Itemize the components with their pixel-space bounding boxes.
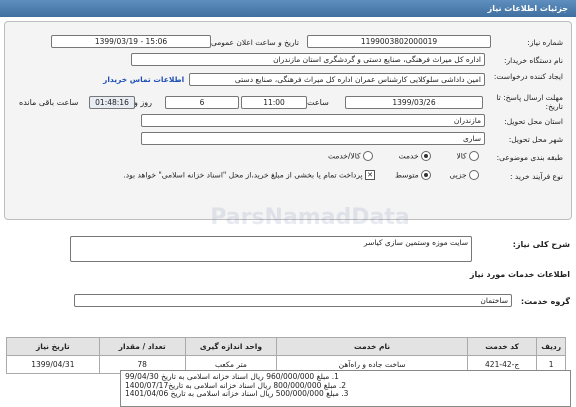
- col-service-name: نام خدمت: [276, 337, 468, 356]
- need-number-label: شماره نیاز:: [527, 38, 563, 47]
- deadline-time-label: ساعت: [307, 98, 329, 107]
- category-option-goods[interactable]: کالا: [456, 151, 479, 161]
- category-goods-text: کالا: [456, 151, 467, 161]
- process-type-label: نوع فرآیند خرید :: [509, 172, 563, 181]
- province-field[interactable]: مازندران: [141, 114, 485, 127]
- deadline-date-field[interactable]: 1399/03/26: [345, 96, 483, 109]
- days-label: روز و: [134, 98, 152, 107]
- col-quantity: تعداد / مقدار: [98, 337, 186, 356]
- category-label: طبقه بندی موضوعی:: [496, 153, 563, 162]
- buyer-contact-link[interactable]: اطلاعات تماس خریدار: [103, 75, 184, 84]
- process-minor-radio[interactable]: [469, 170, 479, 180]
- treasury-payment-option[interactable]: ✕ پرداخت تمام یا بخشی از مبلغ خرید،از مح…: [123, 170, 375, 180]
- category-option-goods-service[interactable]: کالا/خدمت: [328, 151, 373, 161]
- col-row-number: ردیف: [536, 337, 566, 356]
- time-remaining-field: 01:48:16: [89, 96, 135, 109]
- city-label: شهر محل تحویل:: [508, 135, 563, 144]
- category-goods-service-radio[interactable]: [363, 151, 373, 161]
- category-service-radio[interactable]: [421, 151, 431, 161]
- deadline-time-field[interactable]: 11:00: [241, 96, 307, 109]
- category-option-service[interactable]: خدمت: [399, 151, 431, 161]
- service-group-label: گروه خدمت:: [520, 297, 570, 306]
- days-remaining-field: 6: [165, 96, 239, 109]
- col-need-date: تاریخ نیاز: [6, 337, 100, 356]
- col-service-code: کد خدمت: [466, 337, 538, 356]
- announce-datetime-field[interactable]: 1399/03/19 - 15:06: [51, 35, 211, 48]
- services-table: ردیف کد خدمت نام خدمت واحد اندازه گیری ت…: [6, 337, 566, 374]
- category-goods-radio[interactable]: [469, 151, 479, 161]
- deadline-label: مهلت ارسال پاسخ: تا تاریخ:: [496, 93, 563, 111]
- process-minor-text: جزیی: [449, 170, 467, 180]
- process-option-minor[interactable]: جزیی: [449, 170, 479, 180]
- treasury-payment-text: پرداخت تمام یا بخشی از مبلغ خرید،از محل …: [123, 170, 363, 180]
- city-field[interactable]: ساری: [141, 132, 485, 145]
- buyer-org-field[interactable]: اداره کل میراث فرهنگی، صنایع دستی و گردش…: [131, 53, 485, 66]
- description-label: شرح کلی نیاز:: [512, 240, 570, 249]
- service-group-field[interactable]: ساختمان: [74, 294, 512, 307]
- process-medium-text: متوسط: [395, 170, 419, 180]
- announce-datetime-label: تاریخ و ساعت اعلان عمومی:: [208, 38, 299, 47]
- category-goods-service-text: کالا/خدمت: [327, 151, 361, 161]
- buyer-org-label: نام دستگاه خریدار:: [503, 56, 563, 65]
- requester-field[interactable]: امین داداشی سلوکلایی کارشناس عمران اداره…: [189, 73, 485, 86]
- note-line: 3. مبلغ 500/000/000 ریال اسناد خزانه اسل…: [125, 389, 349, 398]
- table-header-row: ردیف کد خدمت نام خدمت واحد اندازه گیری ت…: [6, 337, 566, 356]
- description-field[interactable]: سایت موزه وستمین سازی کیاسر: [70, 236, 472, 262]
- province-label: استان محل تحویل:: [504, 117, 563, 126]
- col-unit: واحد اندازه گیری: [184, 337, 278, 356]
- services-heading: اطلاعات خدمات مورد نیاز: [469, 270, 570, 279]
- time-remaining-label: ساعت باقی مانده: [19, 98, 79, 107]
- process-option-medium[interactable]: متوسط: [395, 170, 431, 180]
- requester-label: ایجاد کننده درخواست:: [493, 72, 563, 81]
- treasury-payment-checkbox[interactable]: ✕: [365, 170, 375, 180]
- process-medium-radio[interactable]: [421, 170, 431, 180]
- page-title: جزئیات اطلاعات نیاز: [0, 0, 576, 17]
- category-service-text: خدمت: [398, 151, 419, 161]
- cell-need-date: 1399/04/31: [6, 355, 100, 374]
- buyer-notes: 1. مبلغ 960/000/000 ریال اسناد خزانه اسل…: [120, 370, 571, 407]
- need-number-field[interactable]: 1199003802000019: [307, 35, 491, 48]
- need-details-panel: شماره نیاز: 1199003802000019 تاریخ و ساع…: [4, 21, 572, 220]
